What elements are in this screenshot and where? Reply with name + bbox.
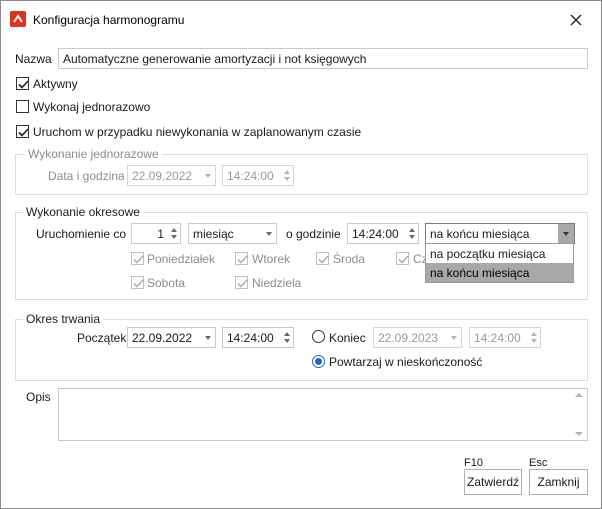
periodic-time-field[interactable]: 14:24:00: [347, 223, 419, 244]
run-once-label: Wykonaj jednorazowo: [33, 100, 151, 114]
day-checkbox-sunday[interactable]: [235, 276, 248, 289]
one-time-time-value: 14:24:00: [227, 169, 274, 183]
name-label: Nazwa: [15, 52, 52, 66]
one-time-date-value: 22.09.2022: [132, 169, 193, 183]
app-red-icon: [10, 11, 26, 27]
active-checkbox[interactable]: [16, 77, 29, 90]
day-label-tuesday: Wtorek: [252, 252, 291, 266]
end-radio[interactable]: [312, 330, 325, 343]
one-time-datetime-label: Data i godzina: [48, 169, 125, 183]
day-checkbox-tuesday[interactable]: [235, 252, 248, 265]
dropdown-toggle[interactable]: [558, 224, 574, 243]
time-spinner-icon[interactable]: [283, 330, 291, 345]
one-time-group-title: Wykonanie jednorazowe: [25, 147, 162, 161]
radio-selected-dot: [315, 358, 322, 365]
day-checkbox-thursday[interactable]: [396, 252, 409, 265]
start-time-field[interactable]: 14:24:00: [222, 327, 294, 348]
start-label: Początek: [77, 331, 127, 345]
start-time-value: 14:24:00: [227, 331, 274, 345]
start-date-value: 22.09.2022: [132, 331, 193, 345]
repeat-forever-radio[interactable]: [312, 355, 325, 368]
day-label-sunday: Niedziela: [252, 276, 302, 290]
window-title: Konfiguracja harmonogramu: [33, 13, 185, 27]
periodic-time-value: 14:24:00: [352, 227, 399, 241]
day-checkbox-monday[interactable]: [131, 252, 144, 265]
interval-value-field[interactable]: 1: [131, 223, 181, 244]
day-label-saturday: Sobota: [147, 276, 186, 290]
scroll-down-icon[interactable]: [575, 432, 583, 436]
scroll-up-icon[interactable]: [575, 393, 583, 397]
end-date-picker[interactable]: 22.09.2023: [373, 327, 462, 348]
description-label: Opis: [26, 390, 51, 404]
close-icon[interactable]: [567, 11, 585, 29]
run-once-checkbox[interactable]: [16, 100, 29, 113]
title-bar: Konfiguracja harmonogramu: [1, 1, 601, 37]
periodic-group-title: Wykonanie okresowe: [23, 205, 143, 219]
confirm-button[interactable]: Zatwierdź: [464, 469, 522, 495]
chevron-down-icon: [266, 232, 272, 236]
active-label: Aktywny: [33, 77, 78, 91]
interval-value: 1: [157, 227, 164, 241]
dropdown-option-start-of-month[interactable]: na początku miesiąca: [426, 244, 573, 263]
end-date-value: 22.09.2023: [378, 331, 439, 345]
end-label: Koniec: [329, 331, 366, 345]
run-if-missed-checkbox[interactable]: [16, 125, 29, 138]
duration-group-title: Okres trwania: [23, 312, 104, 326]
interval-unit-select[interactable]: miesiąc: [188, 223, 277, 244]
month-timing-dropdown-list: na początku miesiąca na końcu miesiąca: [425, 243, 574, 283]
time-spinner-icon: [530, 330, 538, 345]
run-if-missed-label: Uruchom w przypadku niewykonania w zapla…: [33, 125, 362, 139]
description-field[interactable]: [58, 388, 588, 441]
end-time-field[interactable]: 14:24:00: [469, 327, 541, 348]
one-time-date-picker[interactable]: 22.09.2022: [127, 165, 216, 186]
schedule-config-dialog: Konfiguracja harmonogramu Nazwa Automaty…: [0, 0, 602, 509]
close-button[interactable]: Zamknij: [529, 469, 588, 495]
start-date-picker[interactable]: 22.09.2022: [127, 327, 216, 348]
dropdown-option-end-of-month[interactable]: na końcu miesiąca: [426, 263, 573, 282]
end-time-value: 14:24:00: [474, 331, 521, 345]
chevron-down-icon: [451, 336, 457, 340]
repeat-forever-label: Powtarzaj w nieskończoność: [329, 355, 483, 369]
chevron-down-icon: [205, 336, 211, 340]
month-timing-value: na końcu miesiąca: [430, 227, 530, 241]
time-spinner-icon: [283, 168, 291, 183]
month-timing-select[interactable]: na końcu miesiąca: [425, 223, 575, 244]
name-field[interactable]: Automatyczne generowanie amortyzacji i n…: [58, 48, 588, 69]
interval-spinner-icon[interactable]: [170, 226, 178, 241]
day-label-monday: Poniedziałek: [147, 252, 216, 266]
at-time-label: o godzinie: [286, 227, 341, 241]
day-label-wednesday: Środa: [333, 252, 366, 266]
day-checkbox-saturday[interactable]: [131, 276, 144, 289]
chevron-down-icon: [205, 174, 211, 178]
time-spinner-icon[interactable]: [408, 226, 416, 241]
chevron-down-icon: [563, 232, 569, 236]
one-time-time-field[interactable]: 14:24:00: [222, 165, 294, 186]
run-every-label: Uruchomienie co: [36, 227, 127, 241]
confirm-shortcut-label: F10: [464, 457, 483, 469]
day-checkbox-wednesday[interactable]: [316, 252, 329, 265]
close-shortcut-label: Esc: [529, 457, 548, 469]
interval-unit-value: miesiąc: [193, 227, 234, 241]
